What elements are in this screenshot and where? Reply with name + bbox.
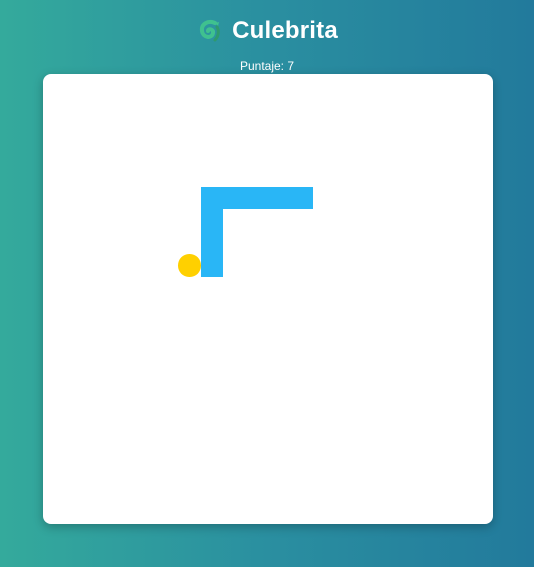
score-label: Puntaje: 7: [239, 59, 295, 73]
snake-segment: [200, 254, 223, 277]
header: Culebrita: [0, 14, 534, 48]
game-board[interactable]: [43, 74, 493, 524]
snake-segment: [200, 231, 223, 254]
snake-head: [290, 186, 313, 209]
snake-segment: [268, 186, 291, 209]
snake-segment: [245, 186, 268, 209]
game-title: Culebrita: [232, 17, 338, 44]
snake-icon: [200, 20, 220, 42]
food-dot: [178, 254, 201, 277]
snake-segment: [200, 209, 223, 232]
snake-segment: [200, 186, 223, 209]
snake-segment: [223, 186, 246, 209]
